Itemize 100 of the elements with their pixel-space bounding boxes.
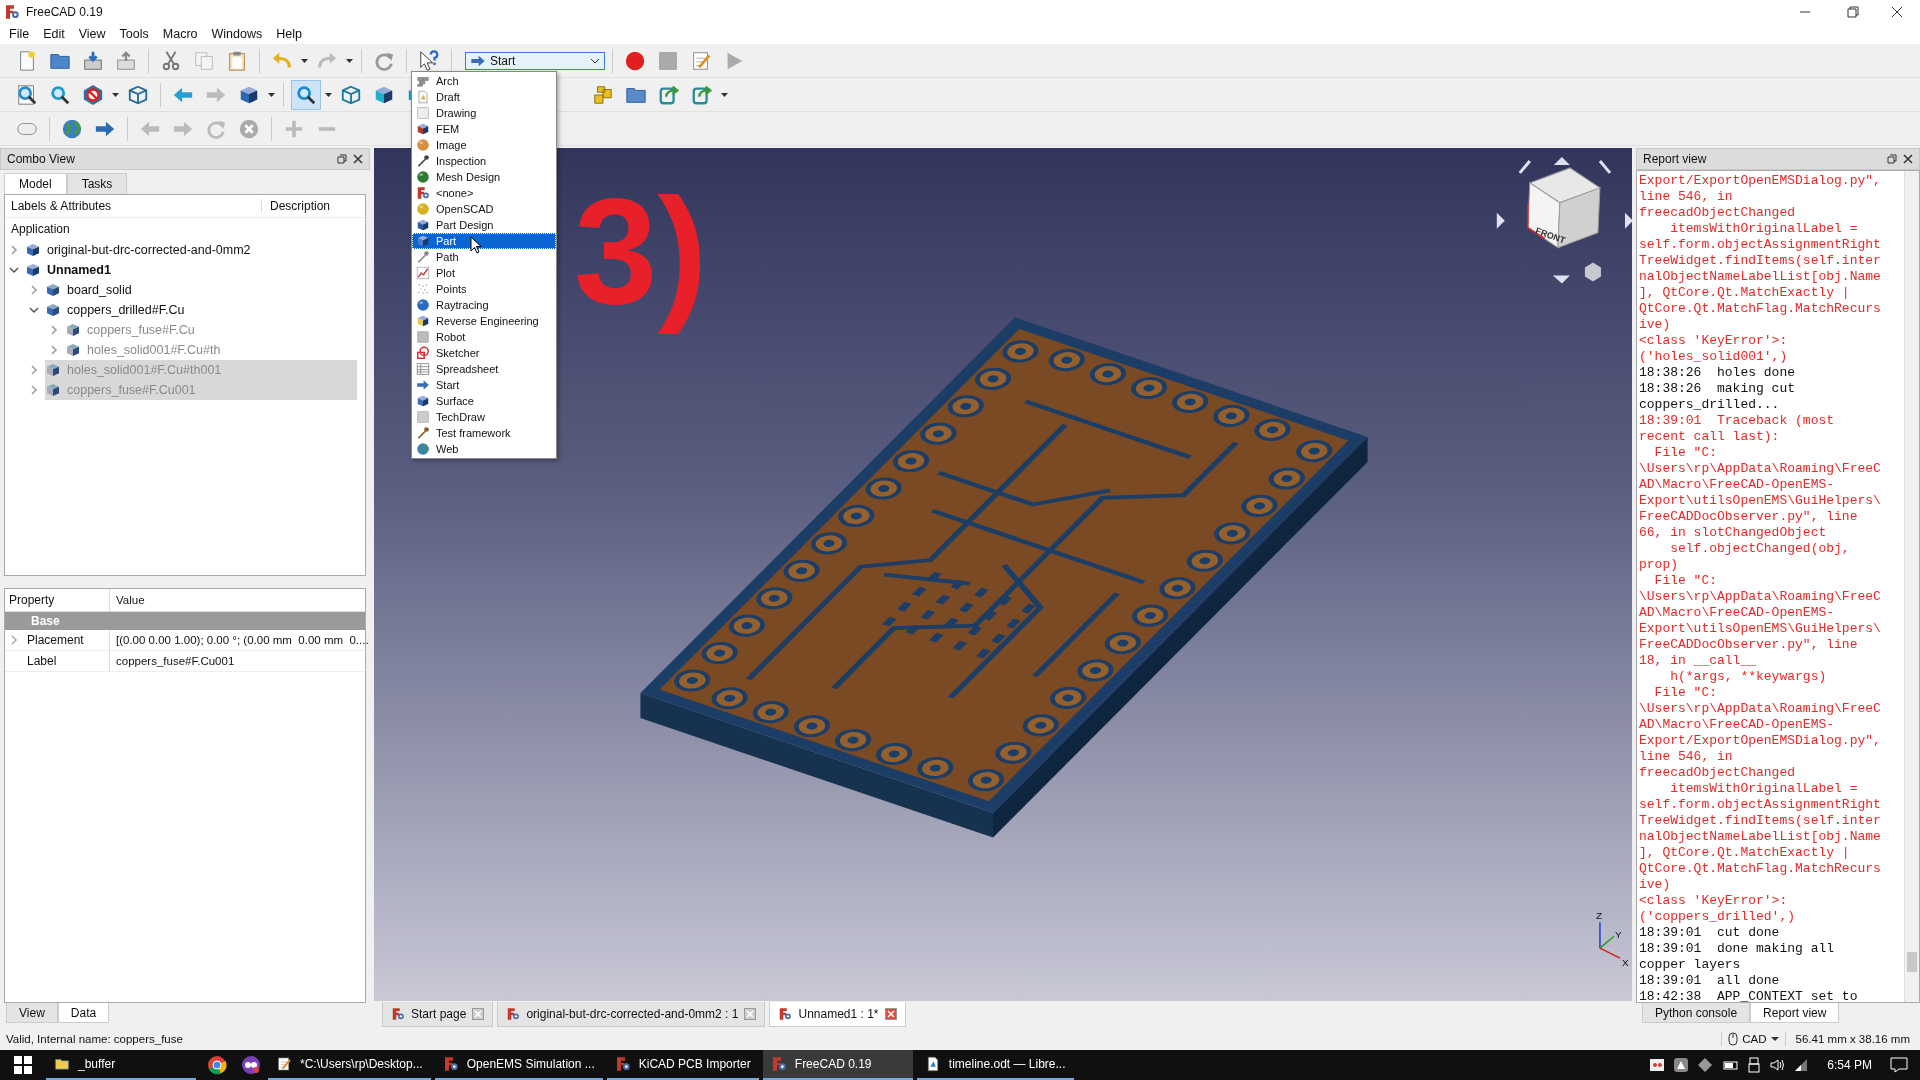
record-icon[interactable]	[624, 49, 646, 72]
notification-icon[interactable]	[1890, 1057, 1908, 1073]
panel-tab[interactable]: Tasks	[66, 173, 128, 194]
taskbar-button[interactable]: FreeCAD 0.19	[762, 1050, 913, 1080]
workbench-option[interactable]: Spreadsheet	[412, 361, 556, 377]
goggles-icon[interactable]	[241, 1055, 261, 1075]
speaker-icon[interactable]	[1769, 1057, 1786, 1073]
picture-icon[interactable]	[1649, 1057, 1666, 1073]
chevron-down-icon[interactable]	[9, 265, 19, 275]
panel-tab[interactable]: Python console	[1642, 1003, 1751, 1023]
workbench-option[interactable]: Test framework	[412, 425, 556, 441]
property-value[interactable]: [(0.00 0.00 1.00); 0.00 °; (0.00 mm 0.00 mm 0....	[110, 634, 369, 646]
panel-tab[interactable]: Report view	[1750, 1003, 1840, 1023]
tree-item[interactable]: original-but-drc-corrected-and-0mm2	[47, 243, 251, 257]
magnifier-icon[interactable]	[49, 83, 71, 106]
clipboard-icon[interactable]	[226, 49, 248, 72]
link-arrow-icon[interactable]	[691, 83, 713, 106]
magnifier-icon[interactable]	[295, 83, 317, 106]
column-header[interactable]: Labels & Attributes	[5, 199, 262, 213]
usb-drive-icon[interactable]	[1747, 1057, 1762, 1073]
tree-item[interactable]: board_solid	[67, 283, 132, 297]
panel-tab[interactable]: Model	[4, 173, 67, 194]
property-value[interactable]: coppers_fuse#F.Cu001	[110, 655, 235, 667]
close-icon[interactable]	[353, 154, 363, 164]
column-header[interactable]: Property	[5, 589, 110, 611]
panel-tab[interactable]: View	[6, 1003, 58, 1023]
float-icon[interactable]	[337, 154, 347, 164]
boxes-icon[interactable]	[592, 83, 614, 106]
diamond-icon[interactable]	[1697, 1057, 1714, 1073]
workbench-option[interactable]: Inspection	[412, 153, 556, 169]
chevron-right-icon[interactable]	[9, 635, 19, 645]
menu-item[interactable]: Macro	[155, 27, 205, 41]
tray-up-icon[interactable]	[115, 49, 137, 72]
workbench-option[interactable]: FEM	[412, 121, 556, 137]
workbench-option[interactable]: Mesh Design	[412, 169, 556, 185]
menu-item[interactable]: Tools	[112, 27, 156, 41]
workbench-option[interactable]: Points	[412, 281, 556, 297]
taskbar-button[interactable]: _buffer	[46, 1050, 196, 1080]
windows-start-icon[interactable]	[14, 1056, 32, 1074]
chevron-right-icon[interactable]	[49, 345, 59, 355]
wire-cube-icon[interactable]	[127, 83, 149, 106]
scissors-icon[interactable]	[160, 49, 182, 72]
workbench-option[interactable]: Plot	[412, 265, 556, 281]
chevron-right-icon[interactable]	[29, 285, 39, 295]
document-tab[interactable]: Start page	[382, 1002, 494, 1027]
taskbar-button[interactable]: *C:\Users\rp\Desktop...	[268, 1050, 431, 1080]
navigation-style-button[interactable]: CAD	[1721, 1031, 1786, 1046]
taskbar-button[interactable]: KiCAD PCB Importer	[606, 1050, 759, 1080]
stop-circle-icon[interactable]	[238, 117, 260, 140]
menu-item[interactable]: View	[71, 27, 113, 41]
column-header[interactable]: Description	[262, 199, 331, 213]
workbench-option[interactable]: <none>	[412, 185, 556, 201]
chevron-right-icon[interactable]	[9, 245, 19, 255]
workbench-option[interactable]: Drawing	[412, 105, 556, 121]
taskbar-button[interactable]: timeline.odt — Libre...	[916, 1050, 1074, 1080]
round-logo-icon[interactable]	[207, 1055, 227, 1075]
navigation-cube-icon[interactable]	[1496, 156, 1632, 284]
workbench-option[interactable]: TechDraw	[412, 409, 556, 425]
menu-item[interactable]: File	[2, 27, 37, 41]
save-icon[interactable]	[82, 49, 104, 72]
workbench-option[interactable]: Web	[412, 441, 556, 457]
workbench-option[interactable]: Draft	[412, 89, 556, 105]
panel-tab[interactable]: Data	[57, 1003, 110, 1023]
menu-item[interactable]: Edit	[36, 27, 72, 41]
wire-cube-icon[interactable]	[340, 83, 362, 106]
chevron-right-icon[interactable]	[29, 385, 39, 395]
close-icon[interactable]	[1903, 154, 1913, 164]
workbench-option[interactable]: OpenSCAD	[412, 201, 556, 217]
page-magnifier-icon[interactable]	[16, 83, 38, 106]
clock[interactable]: 6:54 PM	[1817, 1058, 1882, 1072]
document-tab[interactable]: original-but-drc-corrected-and-0mm2 : 1	[497, 1002, 766, 1027]
workbench-option[interactable]: Part	[412, 233, 556, 249]
notepad-icon[interactable]	[690, 49, 712, 72]
workbench-option[interactable]: Path	[412, 249, 556, 265]
workbench-dropdown[interactable]: Start	[465, 51, 605, 70]
tree-item[interactable]: coppers_fuse#F.Cu	[87, 323, 195, 337]
close-icon[interactable]	[884, 1008, 897, 1020]
tree-item[interactable]: Unnamed1	[47, 263, 111, 277]
workbench-option[interactable]: Start	[412, 377, 556, 393]
chevron-right-icon[interactable]	[49, 325, 59, 335]
float-icon[interactable]	[1887, 154, 1897, 164]
taskbar-button[interactable]: OpenEMS Simulation ...	[434, 1050, 603, 1080]
scrollbar[interactable]	[1904, 171, 1919, 1002]
menu-item[interactable]: Windows	[204, 27, 270, 41]
column-header[interactable]: Value	[110, 594, 145, 606]
document-tab[interactable]: Unnamed1 : 1*	[769, 1002, 906, 1027]
no-entry-icon[interactable]	[82, 83, 104, 106]
menu-item[interactable]: Help	[269, 27, 309, 41]
chevron-right-icon[interactable]	[29, 365, 39, 375]
workbench-option[interactable]: Raytracing	[412, 297, 556, 313]
globe-icon[interactable]	[61, 117, 83, 140]
workbench-option[interactable]: Reverse Engineering	[412, 313, 556, 329]
tree-item[interactable]: coppers_drilled#F.Cu	[67, 303, 185, 317]
workbench-option[interactable]: Arch	[412, 73, 556, 89]
chevron-down-icon[interactable]	[29, 305, 39, 315]
pointer-question-icon[interactable]	[418, 49, 440, 72]
tree-item[interactable]: holes_solid001#F.Cu#th	[87, 343, 221, 357]
wifi-icon[interactable]	[1793, 1057, 1810, 1073]
workbench-option[interactable]: Sketcher	[412, 345, 556, 361]
workbench-option[interactable]: Part Design	[412, 217, 556, 233]
